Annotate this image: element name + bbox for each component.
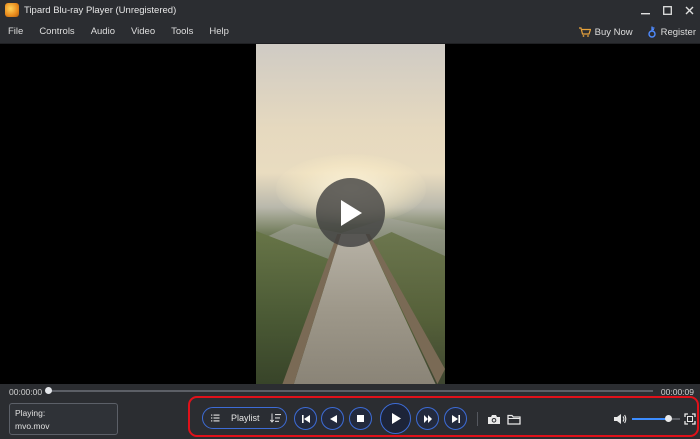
menu-video[interactable]: Video — [123, 26, 163, 37]
list-icon — [211, 414, 223, 422]
menu-audio[interactable]: Audio — [83, 26, 123, 37]
snapshot-button[interactable] — [486, 411, 502, 427]
volume-handle[interactable] — [665, 415, 672, 422]
key-icon — [647, 26, 656, 38]
title-bar: Tipard Blu-ray Player (Unregistered) — [0, 0, 700, 20]
current-time: 00:00:00 — [9, 387, 43, 397]
menu-bar: File Controls Audio Video Tools Help Buy… — [0, 20, 700, 44]
window-controls — [634, 0, 700, 20]
rewind-icon — [329, 414, 337, 423]
sort-icon[interactable] — [269, 413, 282, 423]
close-button[interactable] — [678, 0, 700, 20]
close-icon — [685, 6, 693, 14]
open-folder-button[interactable] — [506, 411, 522, 427]
next-button[interactable] — [444, 407, 467, 430]
app-logo-icon — [5, 3, 19, 17]
maximize-icon — [662, 5, 672, 15]
play-overlay-button[interactable] — [316, 178, 385, 247]
control-bar: Playing: mvo.mov Playlist — [0, 396, 700, 439]
cart-icon — [578, 27, 591, 37]
fullscreen-icon — [684, 413, 696, 425]
buy-now-label: Buy Now — [594, 26, 633, 38]
stop-icon — [357, 415, 364, 422]
fast-forward-button[interactable] — [416, 407, 439, 430]
buy-now-button[interactable]: Buy Now — [578, 26, 633, 38]
playlist-button[interactable]: Playlist — [202, 407, 287, 429]
playlist-label: Playlist — [231, 413, 260, 423]
seek-slider[interactable] — [45, 387, 653, 394]
now-playing-box: Playing: mvo.mov — [9, 403, 118, 435]
minimize-icon — [640, 12, 650, 14]
register-button[interactable]: Register — [647, 26, 696, 38]
register-label: Register — [660, 26, 696, 38]
control-divider — [477, 412, 478, 426]
menu-tools[interactable]: Tools — [163, 26, 201, 37]
volume-slider[interactable] — [632, 415, 680, 422]
skip-next-icon — [451, 414, 460, 423]
video-frame — [256, 44, 445, 384]
fast-forward-icon — [423, 414, 432, 423]
camera-icon — [488, 414, 500, 424]
menu-help[interactable]: Help — [201, 26, 237, 37]
skip-previous-icon — [301, 414, 310, 423]
play-button[interactable] — [380, 403, 411, 434]
playing-label: Playing: — [15, 408, 46, 418]
window-title: Tipard Blu-ray Player (Unregistered) — [24, 4, 177, 16]
seek-handle[interactable] — [45, 387, 52, 394]
rewind-button[interactable] — [321, 407, 344, 430]
speaker-icon — [614, 414, 627, 424]
maximize-button[interactable] — [656, 0, 678, 20]
previous-button[interactable] — [294, 407, 317, 430]
play-icon — [391, 413, 401, 424]
volume-button[interactable] — [612, 411, 628, 427]
fullscreen-button[interactable] — [682, 411, 698, 427]
stop-button[interactable] — [349, 407, 372, 430]
folder-icon — [507, 414, 521, 425]
menu-controls[interactable]: Controls — [31, 26, 82, 37]
minimize-button[interactable] — [634, 0, 656, 20]
volume-level — [632, 418, 668, 420]
menu-file[interactable]: File — [0, 26, 31, 37]
video-area[interactable] — [0, 44, 700, 384]
play-icon — [340, 199, 362, 226]
playing-file-name: mvo.mov — [15, 421, 50, 431]
